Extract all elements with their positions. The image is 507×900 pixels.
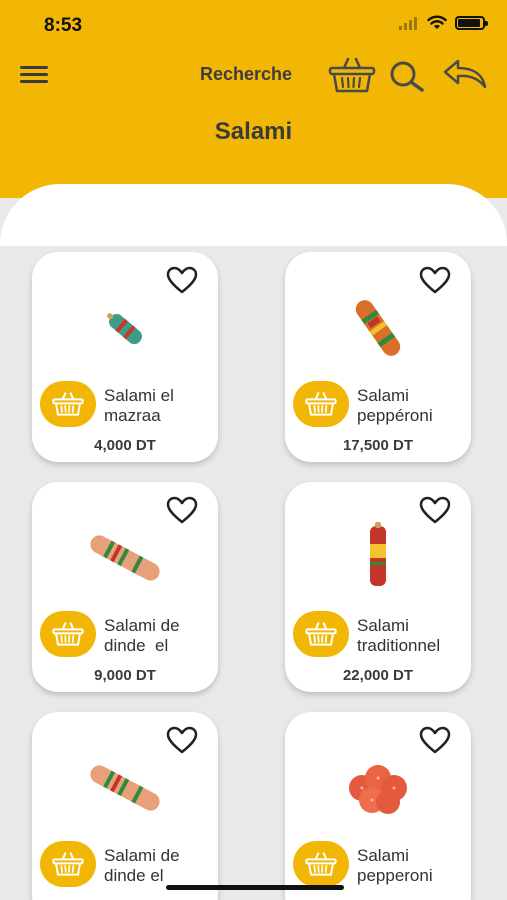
basket-icon xyxy=(305,392,337,416)
product-name: Salami pepperoni xyxy=(357,846,433,885)
product-card[interactable]: Salami de dinde el 9,000 DT xyxy=(32,482,218,692)
product-card[interactable]: Salami de dinde el xyxy=(32,712,218,900)
status-time: 8:53 xyxy=(44,15,83,36)
search-icon[interactable] xyxy=(388,60,426,92)
signal-icon xyxy=(399,16,417,30)
favorite-heart-icon[interactable] xyxy=(166,726,198,754)
battery-icon xyxy=(455,15,488,30)
product-price: 17,500 DT xyxy=(342,437,414,454)
product-price: 9,000 DT xyxy=(94,667,156,684)
product-image xyxy=(355,300,401,356)
favorite-heart-icon[interactable] xyxy=(166,266,198,294)
add-to-cart-button[interactable] xyxy=(293,381,349,427)
title-band: Salami xyxy=(0,98,507,198)
product-price: 22,000 DT xyxy=(342,667,414,684)
basket-icon xyxy=(305,852,337,876)
product-name: Salami traditionnel xyxy=(357,616,441,655)
favorite-heart-icon[interactable] xyxy=(166,496,198,524)
favorite-heart-icon[interactable] xyxy=(419,726,451,754)
product-image xyxy=(349,765,407,814)
status-bar: 8:53 xyxy=(0,0,507,52)
basket-icon xyxy=(52,622,84,646)
favorite-heart-icon[interactable] xyxy=(419,496,451,524)
add-to-cart-button[interactable] xyxy=(293,841,349,887)
basket-icon xyxy=(52,852,84,876)
wifi-icon xyxy=(427,15,447,29)
product-image xyxy=(90,535,160,581)
product-grid: Salami el mazraa 4,000 DT Salami peppéro… xyxy=(0,246,507,900)
basket-icon xyxy=(305,622,337,646)
add-to-cart-button[interactable] xyxy=(40,611,96,657)
product-name: Salami peppéroni xyxy=(357,386,433,425)
back-arrow-icon[interactable] xyxy=(442,58,488,90)
product-card[interactable]: Salami peppéroni 17,500 DT xyxy=(285,252,471,462)
search-label[interactable]: Recherche xyxy=(200,64,292,85)
product-image xyxy=(370,522,386,586)
product-name: Salami el mazraa xyxy=(104,386,174,425)
product-name: Salami de dinde el xyxy=(104,616,185,655)
product-price: 4,000 DT xyxy=(94,437,156,454)
product-card[interactable]: Salami traditionnel 22,000 DT xyxy=(285,482,471,692)
add-to-cart-button[interactable] xyxy=(40,841,96,887)
header-curve xyxy=(0,184,507,246)
product-card[interactable]: Salami pepperoni xyxy=(285,712,471,900)
status-icons xyxy=(399,15,488,30)
favorite-heart-icon[interactable] xyxy=(419,266,451,294)
basket-icon xyxy=(52,392,84,416)
menu-icon[interactable] xyxy=(20,66,48,84)
product-name: Salami de dinde el xyxy=(104,846,180,885)
page-title: Salami xyxy=(214,118,293,145)
basket-icon[interactable] xyxy=(328,56,376,94)
product-image xyxy=(107,313,142,345)
product-card[interactable]: Salami el mazraa 4,000 DT xyxy=(32,252,218,462)
add-to-cart-button[interactable] xyxy=(40,381,96,427)
app-bar: Recherche xyxy=(0,52,507,98)
add-to-cart-button[interactable] xyxy=(293,611,349,657)
product-image xyxy=(90,765,160,811)
home-indicator[interactable] xyxy=(166,885,344,890)
